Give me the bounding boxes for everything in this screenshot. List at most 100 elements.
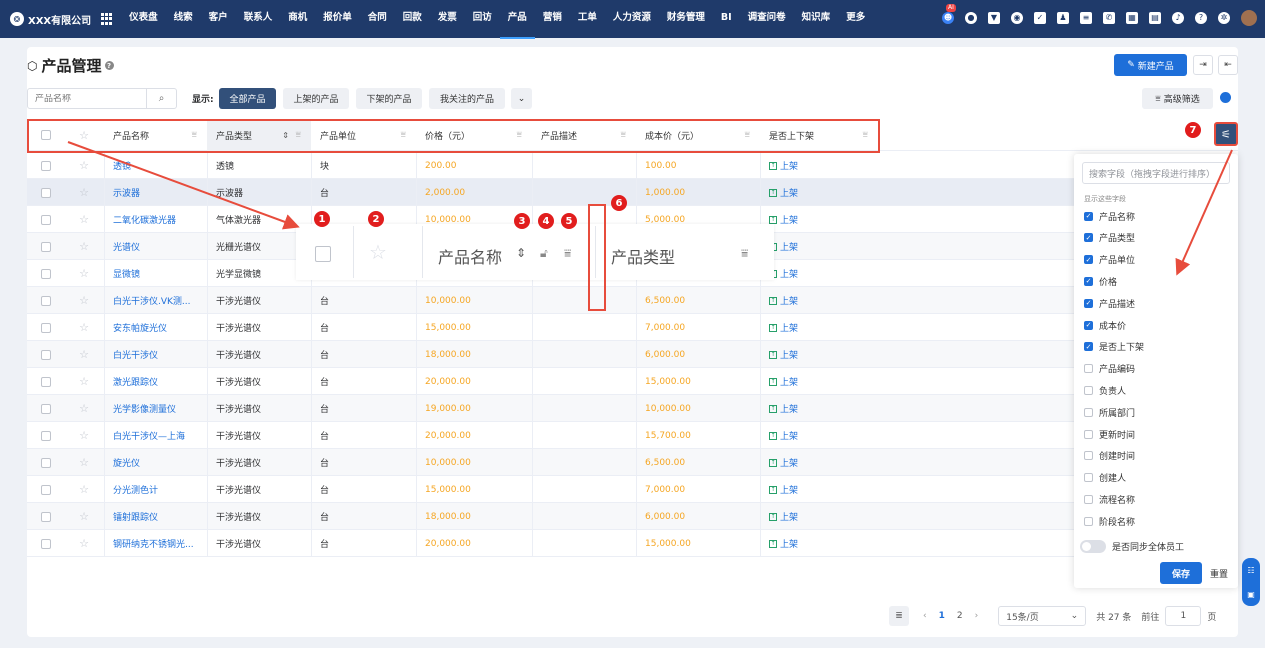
star-icon[interactable]: ☆	[79, 510, 89, 523]
note-icon[interactable]: ▣	[1247, 590, 1255, 599]
calendar-icon[interactable]: ▦	[1126, 12, 1138, 24]
field-checkbox[interactable]	[1084, 473, 1093, 483]
cell-name[interactable]: 白光干涉仪	[104, 341, 207, 368]
star-icon[interactable]: ☆	[79, 348, 89, 361]
cell-name[interactable]: 二氧化碳激光器	[104, 206, 207, 233]
row-checkbox[interactable]	[40, 430, 51, 441]
nav-item[interactable]: 发票	[430, 0, 465, 39]
field-item[interactable]: 产品编码	[1084, 362, 1135, 376]
row-checkbox[interactable]	[40, 322, 51, 333]
row-checkbox[interactable]	[40, 403, 51, 414]
field-item[interactable]: ✓ 成本价	[1084, 318, 1126, 332]
star-icon[interactable]: ☆	[79, 456, 89, 469]
row-checkbox[interactable]	[40, 268, 51, 279]
star-icon[interactable]: ☆	[79, 213, 89, 226]
star-icon[interactable]: ☆	[79, 537, 89, 550]
save-button[interactable]: 保存	[1160, 562, 1202, 584]
star-icon[interactable]: ☆	[79, 186, 89, 199]
goto-input[interactable]: 1	[1165, 606, 1202, 626]
field-item[interactable]: 阶段名称	[1084, 514, 1135, 528]
star-icon[interactable]: ☆	[79, 483, 89, 496]
tab-all-products[interactable]: 全部产品	[219, 88, 276, 109]
advanced-filter-button[interactable]: ⩸ 高级筛选	[1142, 88, 1213, 109]
tab-following[interactable]: 我关注的产品	[429, 88, 505, 109]
field-checkbox[interactable]	[1084, 364, 1093, 374]
field-checkbox[interactable]: ✓	[1084, 298, 1093, 308]
nav-item[interactable]: 报价单	[315, 0, 360, 39]
nav-item[interactable]: 人力资源	[605, 0, 659, 39]
field-item[interactable]: ✓ 产品名称	[1084, 209, 1135, 223]
field-item[interactable]: ✓ 是否上下架	[1084, 340, 1144, 354]
field-item[interactable]: 流程名称	[1084, 492, 1135, 506]
table-row[interactable]: ☆ 安东帕旋光仪 干涉光谱仪 台 15,000.00 7,000.00 ↑ 上架	[27, 314, 1238, 341]
field-search-input[interactable]: 搜索字段（拖拽字段进行排序）	[1082, 162, 1230, 184]
app-grid-icon[interactable]	[101, 13, 113, 25]
cell-name[interactable]: 白光干涉仪—上海	[104, 422, 207, 449]
nav-item[interactable]: 营销	[535, 0, 570, 39]
cell-name[interactable]: 示波器	[104, 179, 207, 206]
field-item[interactable]: 创建时间	[1084, 449, 1135, 463]
field-item[interactable]: ✓ 产品单位	[1084, 253, 1135, 267]
table-row[interactable]: ☆ 钢研纳克不锈钢光... 干涉光谱仪 台 20,000.00 15,000.00 ↑ 上架	[27, 530, 1238, 557]
table-row[interactable]: ☆ 光学影像测量仪 干涉光谱仪 台 19,000.00 10,000.00 ↑ 上架	[27, 395, 1238, 422]
star-icon[interactable]: ☆	[79, 429, 89, 442]
column-settings-button[interactable]: ⚟	[1214, 122, 1238, 146]
status-dot-icon[interactable]	[1220, 92, 1231, 103]
field-checkbox[interactable]: ✓	[1084, 211, 1093, 221]
prev-page-icon[interactable]: ‹	[923, 611, 927, 621]
star-icon[interactable]: ☆	[79, 402, 89, 415]
star-icon[interactable]: ☆	[79, 321, 89, 334]
star-icon[interactable]: ☆	[79, 240, 89, 253]
table-row[interactable]: ☆ 透镜 透镜 块 200.00 100.00 ↑ 上架	[27, 152, 1238, 179]
field-checkbox[interactable]	[1084, 429, 1093, 439]
row-checkbox[interactable]	[40, 160, 51, 171]
field-checkbox[interactable]: ✓	[1084, 342, 1093, 352]
help-icon[interactable]: ?	[104, 61, 114, 70]
row-checkbox[interactable]	[40, 241, 51, 252]
table-row[interactable]: ☆ 白光干涉仪.VK测... 干涉光谱仪 台 10,000.00 6,500.00 ↑ 上架	[27, 287, 1238, 314]
field-checkbox[interactable]: ✓	[1084, 233, 1093, 243]
cell-name[interactable]: 透镜	[104, 152, 207, 179]
globe-icon[interactable]: ◉	[1011, 12, 1023, 24]
page-1[interactable]: 1	[939, 611, 945, 621]
cell-name[interactable]: 白光干涉仪.VK测...	[104, 287, 207, 314]
row-checkbox[interactable]	[40, 484, 51, 495]
table-row[interactable]: ☆ 旋光仪 干涉光谱仪 台 10,000.00 6,500.00 ↑ 上架	[27, 449, 1238, 476]
gear-icon[interactable]: ✲	[1218, 12, 1230, 24]
chat-icon[interactable]: ●	[965, 12, 977, 24]
row-checkbox[interactable]	[40, 187, 51, 198]
cell-name[interactable]: 安东帕旋光仪	[104, 314, 207, 341]
star-icon[interactable]: ☆	[79, 294, 89, 307]
field-checkbox[interactable]	[1084, 451, 1093, 461]
next-page-icon[interactable]: ›	[975, 611, 979, 621]
field-checkbox[interactable]	[1084, 516, 1093, 526]
field-item[interactable]: 负责人	[1084, 383, 1126, 397]
star-icon[interactable]: ☆	[79, 159, 89, 172]
nav-item[interactable]: 商机	[280, 0, 315, 39]
tabs-more-button[interactable]: ⌄	[511, 88, 532, 109]
search-icon[interactable]: ⌕	[146, 89, 176, 108]
new-product-button[interactable]: ✎ 新建产品	[1114, 54, 1187, 76]
cell-name[interactable]: 钢研纳克不锈钢光...	[104, 530, 207, 557]
field-item[interactable]: ✓ 价格	[1084, 274, 1117, 288]
cell-name[interactable]: 显微镜	[104, 260, 207, 287]
reset-button[interactable]: 重置	[1210, 567, 1228, 580]
field-checkbox[interactable]	[1084, 407, 1093, 417]
row-checkbox[interactable]	[40, 511, 51, 522]
field-checkbox[interactable]: ✓	[1084, 255, 1093, 265]
search-input[interactable]	[28, 93, 146, 104]
page-2[interactable]: 2	[957, 611, 963, 621]
table-row[interactable]: ☆ 白光干涉仪 干涉光谱仪 台 18,000.00 6,000.00 ↑ 上架	[27, 341, 1238, 368]
file-icon[interactable]: ▤	[1149, 12, 1161, 24]
field-checkbox[interactable]: ✓	[1084, 320, 1093, 330]
field-item[interactable]: ✓ 产品描述	[1084, 296, 1135, 310]
phone-icon[interactable]: ✆	[1103, 12, 1115, 24]
field-item[interactable]: 所属部门	[1084, 405, 1135, 419]
cell-name[interactable]: 分光测色计	[104, 476, 207, 503]
row-checkbox[interactable]	[40, 214, 51, 225]
brand[interactable]: ❂ XXX有限公司	[10, 12, 91, 27]
nav-item[interactable]: 工单	[570, 0, 605, 39]
nav-item[interactable]: 客户	[201, 0, 236, 39]
nav-item[interactable]: 合同	[360, 0, 395, 39]
nav-item[interactable]: 回款	[395, 0, 430, 39]
